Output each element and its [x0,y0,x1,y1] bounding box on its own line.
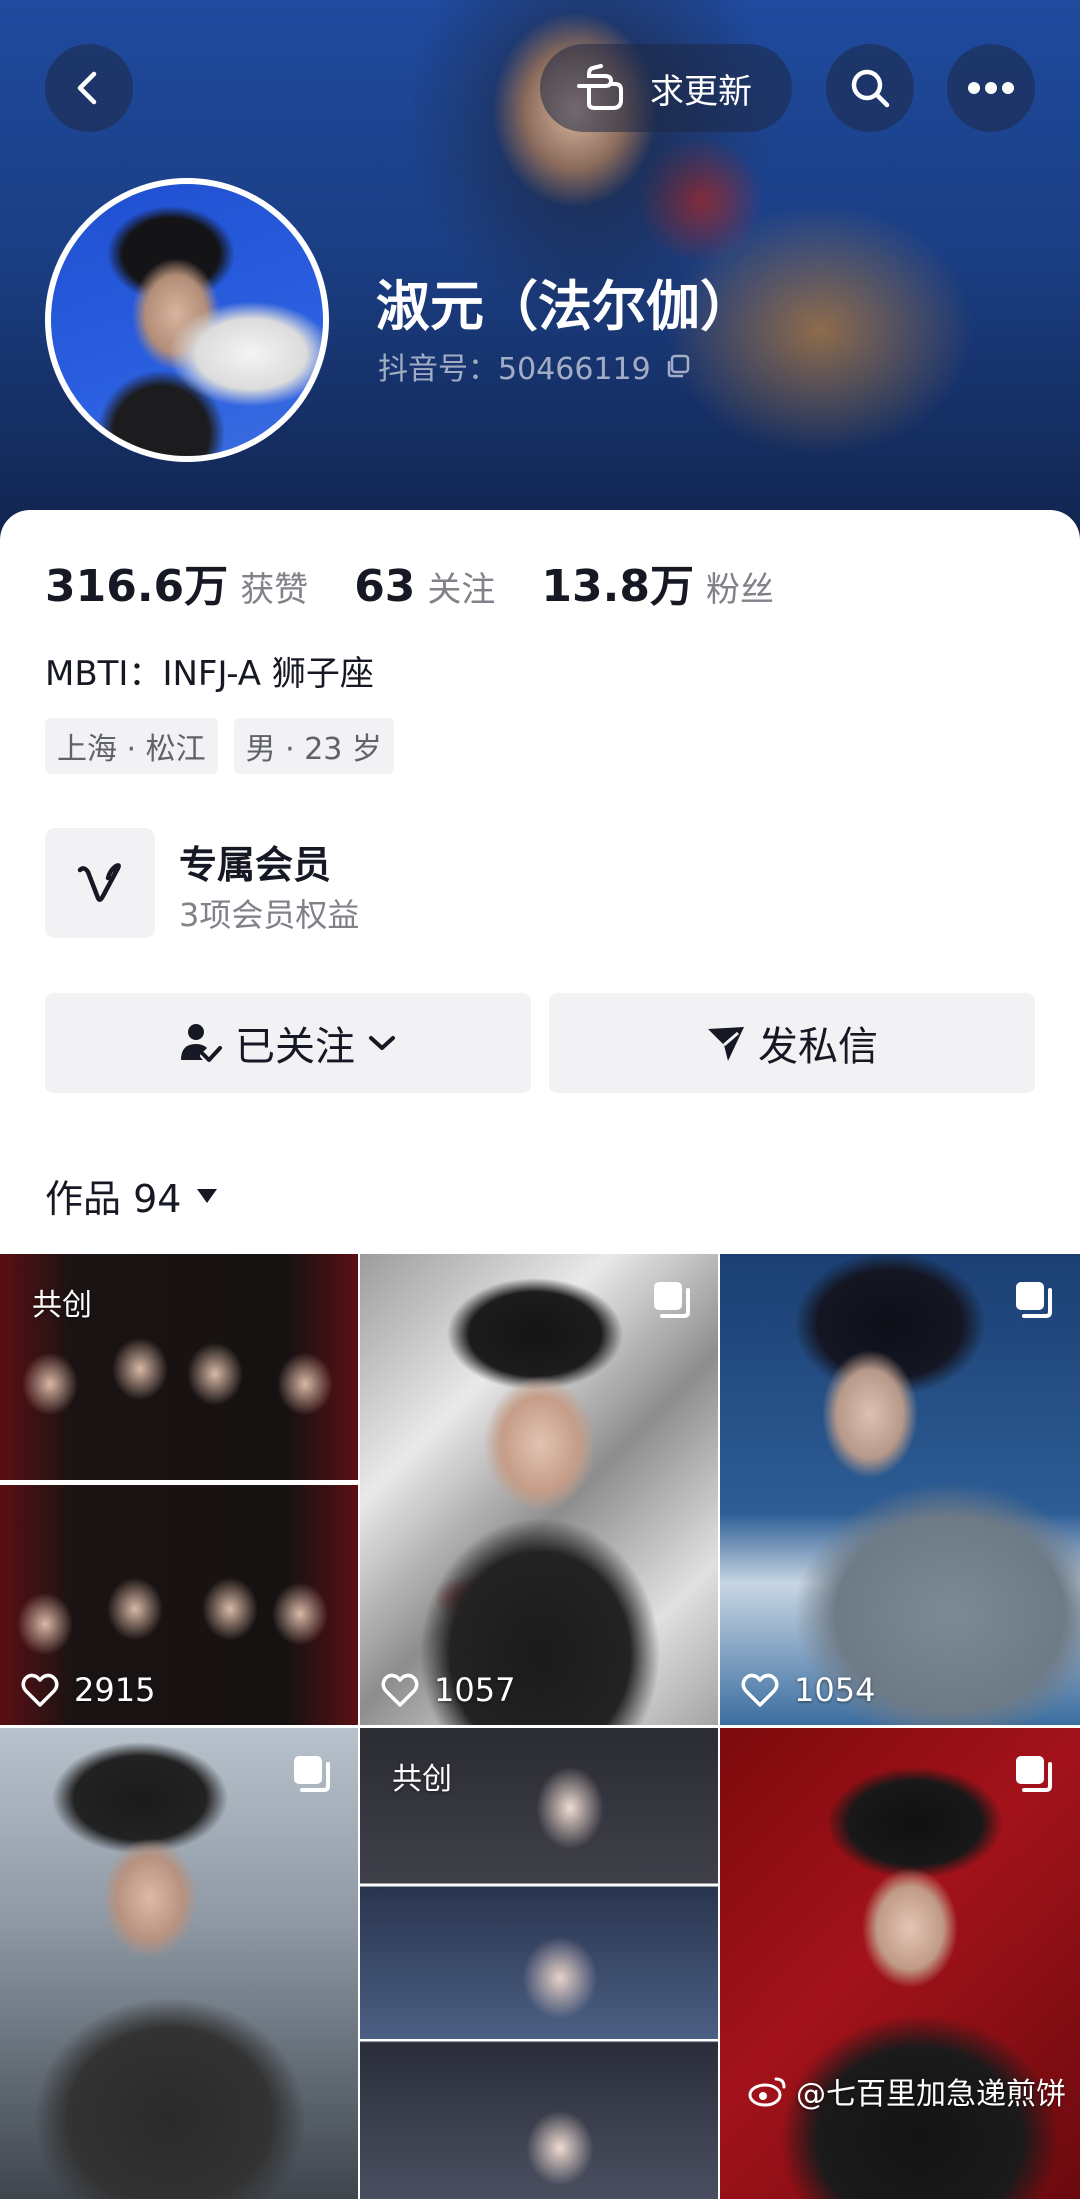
multi-image-icon [1016,1756,1052,1792]
caret-down-icon [197,1188,218,1203]
tile-likes: 1054 [740,1671,875,1709]
video-tile[interactable]: 1054 [720,1254,1080,1725]
tile-likes-count: 1054 [794,1671,876,1709]
works-tab[interactable]: 作品 94 [45,1168,219,1223]
stats-row: 316.6万 获赞 63 关注 13.8万 粉丝 [45,550,820,614]
co-creation-badge: 共创 [392,1762,452,1797]
video-tile[interactable]: 共创 [360,1728,720,2199]
chevron-left-icon [77,71,97,105]
followers-label[interactable]: 粉丝 [706,562,774,611]
gender-age-tag: 男 · 23 岁 [233,718,394,774]
membership-title: 专属会员 [179,843,332,887]
following-button[interactable]: 已关注 [45,993,531,1093]
video-tile[interactable]: 1057 [360,1254,720,1725]
multi-image-icon [1016,1282,1052,1318]
user-check-icon [181,1024,222,1062]
search-icon [851,69,890,108]
pointing-hand-icon [568,58,638,118]
tile-likes-count: 1057 [434,1671,516,1709]
tile-likes: 2915 [20,1671,155,1709]
membership-entry[interactable]: 专属会员 3项会员权益 [45,828,645,940]
co-creation-badge: 共创 [32,1288,92,1323]
copy-icon[interactable] [665,353,691,379]
video-tile[interactable] [720,1728,1080,2199]
send-message-label: 发私信 [758,1024,878,1070]
tile-likes: 1057 [380,1671,515,1709]
watermark-text: @七百里加急递煎饼 [796,2077,1066,2112]
video-tile[interactable] [0,1728,360,2199]
douyin-id[interactable]: 抖音号：50466119 [378,344,691,388]
request-update-label: 求更新 [650,71,752,112]
chevron-down-icon [369,1036,395,1050]
profile-name: 淑元（法尔伽） [376,275,754,338]
tile-likes-count: 2915 [74,1671,156,1709]
request-update-button[interactable]: 求更新 [540,44,792,132]
likes-count[interactable]: 316.6万 [45,550,228,614]
multi-image-icon [654,1282,690,1318]
send-icon [708,1027,744,1061]
likes-label[interactable]: 获赞 [240,562,308,611]
multi-image-icon [294,1756,330,1792]
profile-bio: MBTI：INFJ-A 狮子座 [45,654,374,694]
douyin-id-text: 抖音号：50466119 [378,352,651,387]
heart-icon [21,1673,59,1707]
avatar[interactable] [45,178,329,462]
heart-icon [381,1673,419,1707]
works-label: 作品 94 [45,1177,182,1221]
following-count[interactable]: 63 [354,561,415,612]
membership-subtitle: 3项会员权益 [179,896,360,934]
video-tile[interactable]: 共创 2915 [0,1254,360,1725]
weibo-watermark: @七百里加急递煎饼 [748,2069,1066,2113]
back-button[interactable] [45,44,133,132]
weibo-icon [748,2077,786,2107]
followers-count[interactable]: 13.8万 [541,550,694,614]
following-button-label: 已关注 [235,1024,355,1070]
heart-icon [741,1673,779,1707]
works-grid: 共创 2915 1057 1054 共创 [0,1254,1080,2199]
membership-v-icon [45,828,155,938]
following-label[interactable]: 关注 [427,562,495,611]
more-button[interactable] [947,44,1035,132]
location-tag[interactable]: 上海 · 松江 [45,718,218,774]
send-message-button[interactable]: 发私信 [549,993,1035,1093]
profile-tags: 上海 · 松江 男 · 23 岁 [45,718,410,774]
search-button[interactable] [826,44,914,132]
more-dots-icon [968,82,1014,94]
